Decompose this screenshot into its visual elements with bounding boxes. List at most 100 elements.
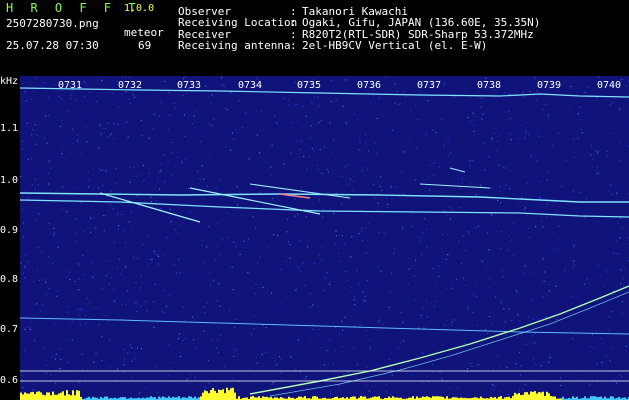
noise-pixel <box>516 274 518 276</box>
noise-pixel <box>164 312 166 314</box>
noise-pixel <box>359 99 361 101</box>
noise-pixel <box>164 181 166 183</box>
noise-pixel <box>340 389 342 391</box>
noise-pixel <box>88 186 90 188</box>
noise-pixel <box>472 312 474 314</box>
noise-pixel <box>94 322 96 324</box>
noise-pixel <box>393 252 394 254</box>
noise-pixel <box>385 391 387 393</box>
noise-pixel <box>166 237 168 239</box>
noise-pixel <box>83 274 85 276</box>
noise-pixel <box>470 160 472 162</box>
noise-pixel <box>24 190 26 192</box>
noise-pixel <box>86 141 88 143</box>
noise-pixel <box>572 196 574 198</box>
noise-pixel <box>327 349 329 351</box>
noise-pixel <box>527 316 529 318</box>
noise-pixel <box>350 178 352 180</box>
noise-pixel <box>337 303 339 305</box>
noise-pixel <box>310 125 312 127</box>
noise-pixel <box>179 272 181 274</box>
noise-pixel <box>460 263 462 265</box>
histogram-bar <box>516 394 518 400</box>
noise-pixel <box>596 166 598 168</box>
noise-pixel <box>572 138 574 140</box>
noise-pixel <box>508 94 510 95</box>
noise-pixel <box>180 225 182 226</box>
noise-pixel <box>216 300 218 302</box>
noise-pixel <box>77 138 79 140</box>
noise-pixel <box>522 389 524 391</box>
histogram-bar <box>226 387 228 400</box>
noise-pixel <box>21 140 23 142</box>
noise-pixel <box>127 136 129 138</box>
noise-pixel <box>536 128 538 130</box>
noise-pixel <box>182 340 184 342</box>
noise-pixel <box>530 273 532 275</box>
noise-pixel <box>443 143 445 145</box>
noise-pixel <box>137 207 139 209</box>
noise-pixel <box>524 207 526 209</box>
noise-pixel <box>492 368 494 370</box>
noise-pixel <box>564 271 566 273</box>
noise-pixel <box>66 276 68 278</box>
noise-pixel <box>48 288 50 290</box>
noise-pixel <box>480 106 482 108</box>
histogram-bar <box>222 389 224 400</box>
noise-pixel <box>48 172 49 174</box>
noise-pixel <box>193 115 195 117</box>
histogram-bar <box>538 392 540 400</box>
noise-pixel <box>290 356 292 358</box>
noise-pixel <box>322 216 324 218</box>
noise-pixel <box>417 154 419 156</box>
noise-pixel <box>114 300 116 302</box>
noise-pixel <box>34 340 36 342</box>
noise-pixel <box>98 324 100 326</box>
noise-pixel <box>338 385 340 387</box>
noise-pixel <box>485 77 487 79</box>
noise-pixel <box>546 179 548 181</box>
noise-pixel <box>542 258 544 260</box>
noise-pixel <box>388 306 390 308</box>
noise-pixel <box>280 168 282 170</box>
noise-pixel <box>535 226 536 228</box>
noise-pixel <box>327 191 329 193</box>
noise-pixel <box>121 93 123 95</box>
noise-pixel <box>507 118 509 120</box>
noise-pixel <box>605 356 607 358</box>
noise-pixel <box>380 270 382 272</box>
noise-pixel <box>415 259 417 261</box>
noise-pixel <box>422 381 424 383</box>
noise-pixel <box>353 346 355 348</box>
noise-pixel <box>92 156 94 158</box>
noise-pixel <box>499 190 501 192</box>
noise-pixel <box>134 302 136 304</box>
noise-pixel <box>627 193 629 195</box>
noise-pixel <box>204 312 206 314</box>
noise-pixel <box>561 310 563 312</box>
noise-pixel <box>262 162 264 164</box>
noise-pixel <box>150 196 152 198</box>
noise-pixel <box>115 168 117 170</box>
noise-pixel <box>135 175 137 177</box>
histogram-bar <box>546 391 548 400</box>
noise-pixel <box>103 215 105 216</box>
noise-pixel <box>177 157 179 159</box>
noise-pixel <box>447 155 449 156</box>
noise-pixel <box>83 230 85 232</box>
noise-pixel <box>145 388 147 389</box>
noise-pixel <box>231 266 233 268</box>
noise-pixel <box>205 85 207 87</box>
histogram-bar <box>434 396 436 400</box>
noise-pixel <box>230 149 232 151</box>
noise-pixel <box>303 125 305 127</box>
histogram-bar <box>216 393 218 400</box>
noise-pixel <box>75 241 77 243</box>
noise-pixel <box>523 297 525 299</box>
noise-pixel <box>592 158 594 160</box>
noise-pixel <box>540 197 541 199</box>
noise-pixel <box>619 108 621 110</box>
histogram-bar <box>314 396 316 400</box>
noise-pixel <box>305 115 307 117</box>
noise-pixel <box>234 326 236 328</box>
